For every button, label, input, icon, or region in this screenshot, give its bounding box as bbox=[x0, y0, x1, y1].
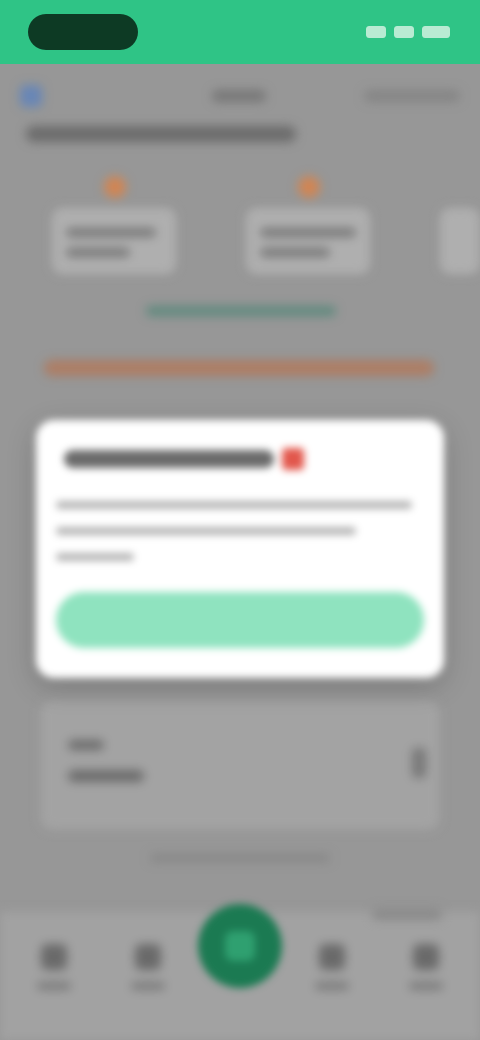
chart-icon bbox=[319, 944, 345, 970]
status-pill bbox=[28, 14, 138, 50]
app-screen bbox=[0, 0, 480, 1040]
dialog-title bbox=[56, 448, 424, 470]
dialog-title-text bbox=[64, 450, 274, 468]
tab-label bbox=[409, 982, 443, 990]
battery-icon bbox=[422, 26, 450, 38]
wifi-icon bbox=[394, 26, 414, 38]
center-action-button[interactable] bbox=[198, 904, 282, 988]
status-icons bbox=[350, 24, 450, 40]
confirm-button[interactable] bbox=[56, 592, 424, 648]
profile-icon bbox=[413, 944, 439, 970]
home-icon bbox=[41, 944, 67, 970]
tab-label bbox=[131, 982, 165, 990]
center-action-icon bbox=[225, 931, 255, 961]
tab-profile[interactable] bbox=[396, 944, 456, 1014]
tab-label bbox=[315, 982, 349, 990]
red-flag-icon bbox=[282, 448, 304, 470]
tab-home[interactable] bbox=[24, 944, 84, 1014]
tab-fourth[interactable] bbox=[302, 944, 362, 1014]
notice-dialog bbox=[36, 420, 444, 678]
tab-badge bbox=[372, 908, 442, 920]
tab-label bbox=[37, 982, 71, 990]
tab-second[interactable] bbox=[118, 944, 178, 1014]
list-icon bbox=[135, 944, 161, 970]
signal-icon bbox=[366, 26, 386, 38]
dialog-message bbox=[56, 492, 424, 570]
status-bar bbox=[0, 0, 480, 64]
